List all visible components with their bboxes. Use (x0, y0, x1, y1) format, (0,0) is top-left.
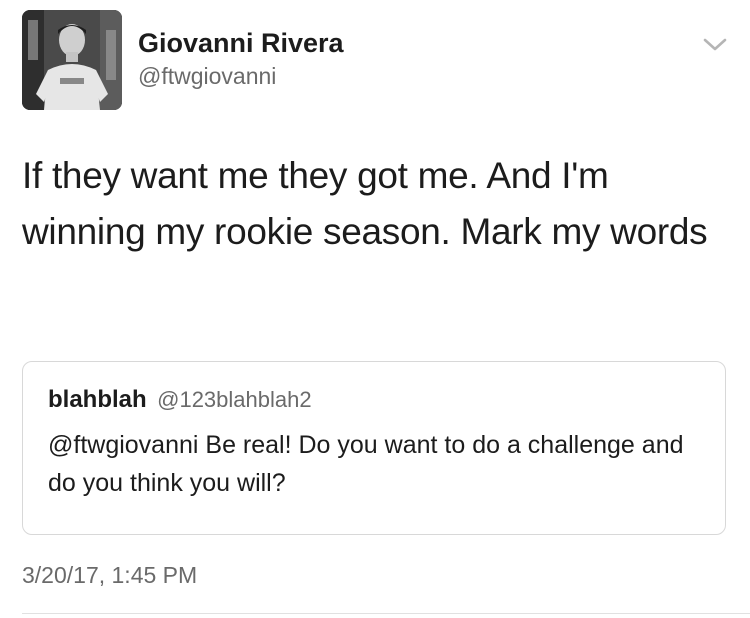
author-handle[interactable]: @ftwgiovanni (138, 63, 276, 90)
avatar-photo-icon (22, 10, 122, 110)
tweet-detail: Giovanni Rivera @ftwgiovanni If they wan… (0, 0, 750, 618)
author-name[interactable]: Giovanni Rivera (138, 28, 344, 59)
chevron-down-icon[interactable] (702, 36, 728, 54)
quoted-tweet-header: blahblah @123blahblah2 (48, 386, 312, 414)
tweet-timestamp[interactable]: 3/20/17, 1:45 PM (22, 562, 197, 589)
tweet-text: If they want me they got me. And I'm win… (22, 155, 708, 252)
quoted-author-handle: @123blahblah2 (157, 387, 312, 412)
quoted-author-name: blahblah (48, 386, 147, 413)
quoted-tweet-text: @ftwgiovanni Be real! Do you want to do … (48, 431, 684, 497)
divider (22, 613, 750, 614)
quoted-tweet-card[interactable]: blahblah @123blahblah2 @ftwgiovanni Be r… (22, 361, 726, 535)
avatar[interactable] (22, 10, 122, 110)
